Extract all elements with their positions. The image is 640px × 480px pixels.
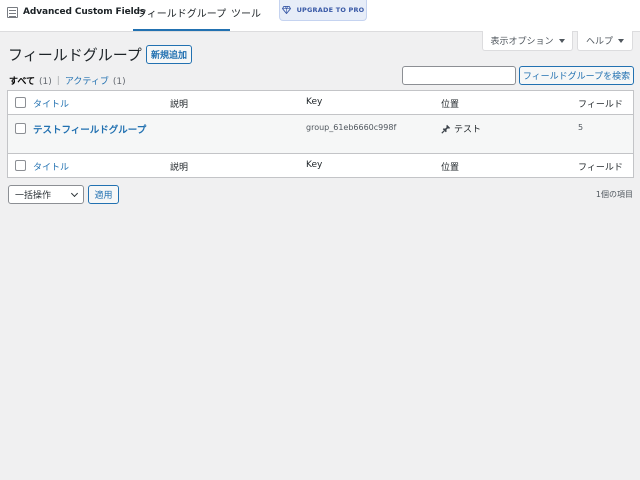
- filter-all-label: すべて: [9, 77, 36, 87]
- search-button[interactable]: フィールドグループを検索: [519, 66, 634, 85]
- chevron-down-icon: [70, 189, 79, 198]
- footer-column-description: 説明: [170, 163, 189, 173]
- tab-field-groups-label: フィールドグループ: [137, 9, 227, 20]
- filter-active-label: アクティブ: [64, 77, 109, 87]
- plugin-topbar: Advanced Custom Fields フィールドグループ ツール UPG…: [0, 0, 640, 32]
- filter-active[interactable]: アクティブ (1): [65, 74, 126, 87]
- filter-all[interactable]: すべて (1): [9, 74, 52, 87]
- help-label: ヘルプ: [585, 37, 613, 47]
- screen-options-button[interactable]: 表示オプション: [482, 31, 573, 51]
- upgrade-label: UPGRADE TO PRO: [296, 6, 365, 14]
- tab-tools-label: ツール: [231, 9, 261, 20]
- field-group-key: group_61eb6660c998f: [306, 123, 397, 132]
- diamond-icon: [281, 6, 291, 14]
- column-description: 説明: [170, 100, 189, 110]
- column-title-sort[interactable]: タイトル: [33, 97, 69, 110]
- field-group-location: テスト: [441, 122, 481, 135]
- row-checkbox[interactable]: [15, 123, 26, 134]
- filter-all-count: (1): [39, 77, 52, 87]
- column-key: Key: [306, 97, 323, 107]
- table-header: タイトル 説明 Key 位置 フィールド: [8, 91, 633, 115]
- field-group-location-label: テスト: [454, 125, 482, 135]
- field-groups-table: タイトル 説明 Key 位置 フィールド テストフィールドグループ group_…: [7, 90, 634, 178]
- upgrade-to-pro-button[interactable]: UPGRADE TO PRO: [279, 0, 367, 21]
- tab-tools[interactable]: ツール: [231, 0, 261, 31]
- pin-icon: [441, 124, 451, 134]
- status-filters: すべて (1) | アクティブ (1): [9, 74, 126, 88]
- add-new-button[interactable]: 新規追加: [146, 45, 192, 64]
- tab-field-groups[interactable]: フィールドグループ: [133, 0, 231, 31]
- help-button[interactable]: ヘルプ: [577, 31, 633, 51]
- search-input[interactable]: [402, 66, 516, 85]
- page-title: フィールドグループ: [8, 46, 142, 64]
- filter-active-count: (1): [112, 77, 126, 87]
- caret-down-icon: [618, 38, 624, 43]
- acf-logo-icon: [7, 6, 18, 18]
- footer-column-title-sort[interactable]: タイトル: [33, 160, 69, 173]
- brand: Advanced Custom Fields: [7, 0, 145, 24]
- footer-column-location: 位置: [441, 163, 460, 173]
- filter-separator: |: [56, 75, 60, 86]
- select-all-checkbox[interactable]: [15, 97, 26, 108]
- bulk-actions-value: 一括操作: [15, 191, 52, 201]
- table-footer: タイトル 説明 Key 位置 フィールド: [8, 154, 633, 178]
- footer-column-key: Key: [306, 160, 323, 170]
- field-group-title-link[interactable]: テストフィールドグループ: [33, 122, 146, 136]
- bulk-actions-select[interactable]: 一括操作: [8, 185, 84, 204]
- column-location: 位置: [441, 100, 460, 110]
- brand-name: Advanced Custom Fields: [23, 7, 146, 17]
- column-fields: フィールド: [578, 100, 623, 110]
- item-count: 1個の項目: [595, 190, 633, 199]
- footer-column-fields: フィールド: [578, 163, 623, 173]
- select-all-checkbox-footer[interactable]: [15, 160, 26, 171]
- caret-down-icon: [558, 38, 565, 43]
- apply-button[interactable]: 適用: [88, 185, 119, 204]
- screen-options-label: 表示オプション: [490, 37, 554, 47]
- field-group-field-count: 5: [578, 123, 584, 132]
- table-row: テストフィールドグループ group_61eb6660c998f テスト 5: [8, 115, 633, 154]
